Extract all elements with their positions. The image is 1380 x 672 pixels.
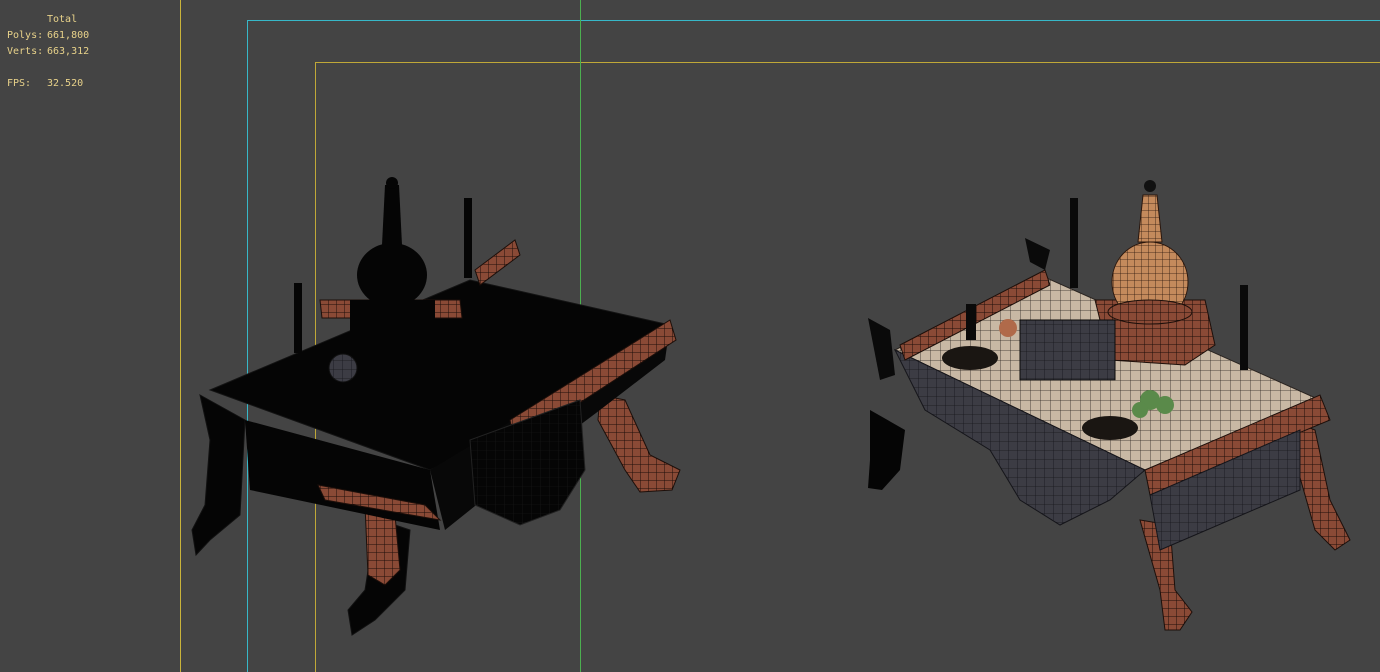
stupa-ring	[1107, 299, 1193, 325]
table-leg	[191, 394, 246, 557]
stupa-finial	[386, 177, 398, 189]
table-ornament	[474, 239, 521, 286]
fruit-bowl	[328, 353, 358, 383]
altar-table-textured[interactable]	[868, 180, 1351, 631]
stupa-spire	[382, 185, 402, 245]
table-ornament	[1025, 238, 1050, 270]
table-leg	[868, 410, 905, 490]
fruit-offering	[1132, 402, 1148, 418]
incense-burner	[1019, 319, 1116, 381]
fruit-offering	[999, 319, 1017, 337]
candle	[294, 283, 302, 353]
candle	[1070, 198, 1078, 288]
candle	[464, 198, 472, 278]
fruit-offering	[1156, 396, 1174, 414]
offering-plate	[942, 346, 998, 370]
stupa-spire	[1137, 194, 1163, 243]
stupa-dome	[357, 243, 427, 307]
3d-viewport[interactable]: Total Polys: 661,800 Verts: 663,312 FPS:…	[0, 0, 1380, 672]
goblet	[966, 304, 976, 340]
candle	[1240, 285, 1248, 370]
table-leg	[597, 394, 681, 493]
stupa-finial	[1144, 180, 1156, 192]
offering-plate	[1082, 416, 1138, 440]
stupa-base	[350, 300, 435, 390]
table-ornament	[868, 318, 895, 380]
altar-table-unlit[interactable]	[191, 177, 681, 636]
scene-render	[191, 177, 1351, 636]
